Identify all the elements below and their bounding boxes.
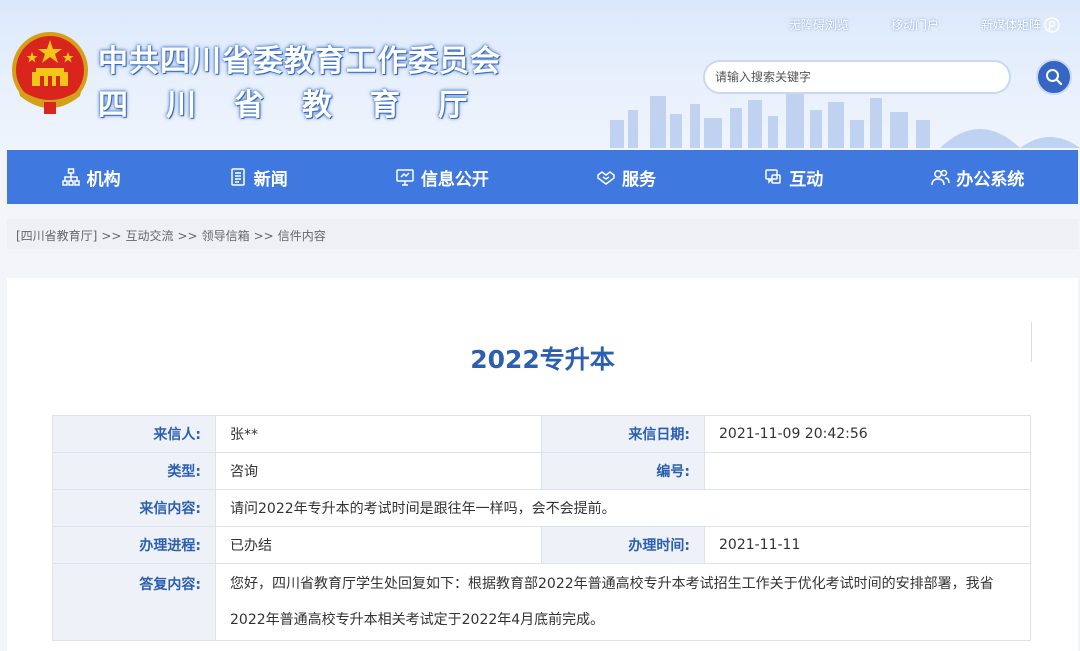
progress-value: 已办结	[215, 526, 542, 564]
site-subtitle: 四川省教育厅	[98, 88, 506, 123]
nav-item-office[interactable]: 办公系统	[930, 165, 1024, 190]
site-header: 中共四川省委教育工作委员会 四川省教育厅 无障碍浏览 移动门户 新媒体矩阵	[0, 0, 1080, 148]
national-emblem-icon	[12, 32, 88, 114]
letter-info-table: 来信人: 张** 来信日期: 2021-11-09 20:42:56 类型: 咨…	[52, 415, 1031, 641]
top-links: 无障碍浏览 移动门户 新媒体矩阵	[789, 16, 1060, 33]
breadcrumb-sep: >>	[177, 229, 198, 243]
city-skyline-decoration	[610, 94, 1080, 148]
table-row: 来信人: 张** 来信日期: 2021-11-09 20:42:56	[52, 415, 1031, 453]
sender-label: 来信人:	[52, 415, 216, 453]
nav-label-service: 服务	[622, 169, 657, 190]
date-value: 2021-11-09 20:42:56	[704, 415, 1031, 453]
breadcrumb: [四川省教育厅] >> 互动交流 >> 领导信箱 >> 信件内容	[7, 219, 1078, 249]
accessibility-link[interactable]: 无障碍浏览	[789, 16, 849, 33]
media-icon	[1044, 16, 1060, 33]
breadcrumb-home[interactable]: [四川省教育厅]	[16, 229, 97, 243]
breadcrumb-sep: >>	[101, 229, 122, 243]
letter-title: 2022专升本	[470, 345, 615, 374]
breadcrumb-sep: >>	[253, 229, 274, 243]
search-input[interactable]	[703, 60, 1011, 94]
breadcrumb-mailbox[interactable]: 领导信箱	[202, 229, 250, 243]
main-nav: 机构 新闻 信息公开 服务 互动 办公系统	[7, 150, 1078, 204]
date-label: 来信日期:	[541, 415, 705, 453]
new-media-link[interactable]: 新媒体矩阵	[981, 16, 1060, 33]
chat-icon	[765, 169, 781, 184]
progress-label: 办理进程:	[52, 526, 216, 564]
mobile-portal-link[interactable]: 移动门户	[891, 16, 939, 33]
content-value: 请问2022年专升本的考试时间是跟往年一样吗，会不会提前。	[215, 489, 1031, 527]
table-row: 来信内容: 请问2022年专升本的考试时间是跟往年一样吗，会不会提前。	[52, 489, 1031, 527]
sender-value: 张**	[215, 415, 542, 453]
nav-label-interact: 互动	[789, 169, 824, 190]
letter-panel: 2022专升本 来信人: 张** 来信日期: 2021-11-09 20:42:…	[7, 278, 1078, 651]
reply-label: 答复内容:	[52, 563, 216, 641]
nav-label-office: 办公系统	[956, 169, 1025, 190]
search-icon	[1046, 69, 1063, 86]
nav-label-org: 机构	[86, 169, 121, 190]
users-icon	[931, 169, 951, 186]
org-chart-icon	[61, 168, 80, 186]
nav-item-news[interactable]: 新闻	[228, 165, 288, 190]
number-label: 编号:	[541, 452, 705, 490]
number-value	[704, 452, 1031, 490]
nav-label-info-public: 信息公开	[420, 169, 489, 190]
type-value: 咨询	[215, 452, 542, 490]
type-label: 类型:	[52, 452, 216, 490]
nav-item-service[interactable]: 服务	[596, 165, 656, 190]
nav-item-info-public[interactable]: 信息公开	[395, 165, 489, 190]
search-button[interactable]	[1036, 59, 1072, 95]
breadcrumb-current[interactable]: 信件内容	[278, 229, 326, 243]
table-row: 办理进程: 已办结 办理时间: 2021-11-11	[52, 526, 1031, 564]
news-icon	[230, 168, 245, 186]
monitor-icon	[396, 169, 414, 186]
nav-label-news: 新闻	[253, 169, 288, 190]
reply-value: 您好，四川省教育厅学生处回复如下：根据教育部2022年普通高校专升本考试招生工作…	[215, 563, 1031, 641]
site-title: 中共四川省委教育工作委员会	[98, 44, 501, 79]
handle-time-label: 办理时间:	[541, 526, 705, 564]
nav-item-interact[interactable]: 互动	[763, 165, 823, 190]
handle-time-value: 2021-11-11	[704, 526, 1031, 564]
table-row: 类型: 咨询 编号:	[52, 452, 1031, 490]
table-row: 答复内容: 您好，四川省教育厅学生处回复如下：根据教育部2022年普通高校专升本…	[52, 563, 1031, 641]
nav-item-org[interactable]: 机构	[61, 165, 121, 190]
breadcrumb-interact[interactable]: 互动交流	[125, 229, 173, 243]
handshake-icon	[597, 171, 615, 185]
new-media-label: 新媒体矩阵	[980, 18, 1041, 32]
content-label: 来信内容:	[52, 489, 216, 527]
